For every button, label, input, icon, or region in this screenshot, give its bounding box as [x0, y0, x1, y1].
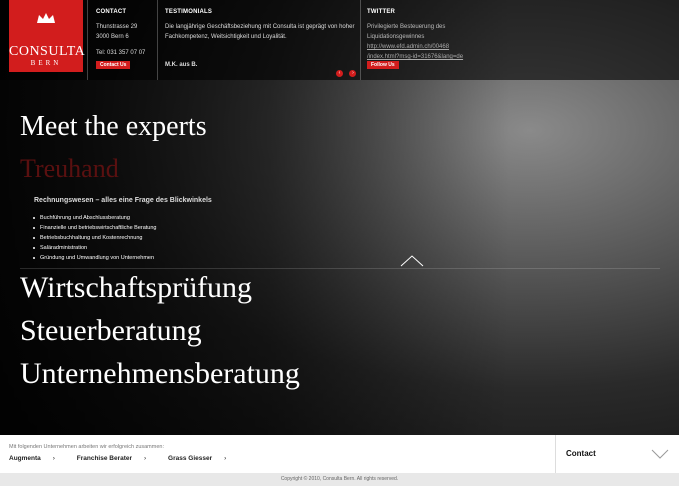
testimonial-text: Die langjährige Geschäftsbeziehung mit C… [165, 24, 355, 40]
partner-link[interactable]: Augmenta › [9, 455, 65, 462]
nav-wirtschaftspruefung[interactable]: Wirtschaftsprüfung [20, 273, 252, 303]
testimonial-author: M.K. aus B. [165, 62, 198, 68]
service-item: Saläradministration [32, 243, 156, 253]
footer: Copyright © 2010, Consulta Bern. All rig… [0, 473, 679, 486]
nav-steuerberatung[interactable]: Steuerberatung [20, 316, 202, 346]
chevron-down-icon [651, 449, 669, 459]
chevron-right-icon: › [144, 455, 147, 462]
twitter-heading: TWITTER [367, 9, 396, 15]
tweet-link-cont[interactable]: /index.html?msg-id=31676&lang=de [367, 54, 463, 60]
testimonials-heading: TESTIMONIALS [165, 9, 213, 15]
logo-city: BERN [30, 59, 62, 67]
service-list: Buchführung und Abschlussberatung Finanz… [32, 213, 156, 263]
chevron-right-icon: › [52, 455, 55, 462]
partners-bar: Mit folgenden Unternehmen arbeiten wir e… [0, 435, 679, 473]
contact-heading: CONTACT [96, 9, 127, 15]
testimonials-column: TESTIMONIALS Die langjährige Geschäftsbe… [157, 0, 361, 80]
divider-line [20, 268, 660, 269]
tweet-link[interactable]: http://www.efd.admin.ch/00468 [367, 44, 449, 50]
follow-us-button[interactable]: Follow Us [367, 61, 399, 69]
partner-link[interactable]: Franchise Berater › [77, 455, 156, 462]
service-subheading: Rechnungswesen – alles eine Frage des Bl… [34, 197, 212, 204]
service-item: Finanzielle und betriebswirtschaftliche … [32, 223, 156, 233]
service-item: Buchführung und Abschlussberatung [32, 213, 156, 223]
partner-link[interactable]: Grass Giesser › [168, 455, 236, 462]
crown-icon [37, 13, 55, 23]
contact-column: CONTACT Thunstrasse 29 3000 Bern 6 Tel: … [87, 0, 166, 80]
contact-street: Thunstrasse 29 [96, 24, 138, 30]
hero-headline: Meet the experts [20, 111, 207, 142]
twitter-column: TWITTER Privilegierte Besteuerung des Li… [360, 0, 472, 80]
partners-list: Augmenta › Franchise Berater › Grass Giess… [9, 455, 246, 462]
chevron-up-icon[interactable] [400, 255, 424, 267]
top-bar: CONSULTA BERN CONTACT Thunstrasse 29 300… [0, 0, 679, 80]
copyright-text: Copyright © 2010, Consulta Bern. All rig… [280, 476, 399, 482]
partners-label: Mit folgenden Unternehmen arbeiten wir e… [9, 444, 164, 450]
service-item: Gründung und Umwandlung von Unternehmen [32, 253, 156, 263]
logo-name: CONSULTA [9, 44, 86, 59]
page: CONSULTA BERN CONTACT Thunstrasse 29 300… [0, 0, 679, 486]
nav-unternehmensberatung[interactable]: Unternehmensberatung [20, 359, 300, 389]
nav-treuhand[interactable]: Treuhand [20, 156, 119, 182]
contact-tab[interactable]: Contact [555, 435, 679, 473]
next-arrow-icon[interactable]: › [349, 70, 357, 77]
prev-arrow-icon[interactable]: ‹ [336, 70, 343, 77]
contact-us-button[interactable]: Contact Us [96, 61, 131, 69]
testimonial-nav: ‹ › [334, 61, 357, 79]
service-item: Betriebsbuchhaltung und Kostenrechnung [32, 233, 156, 243]
chevron-right-icon: › [224, 455, 227, 462]
contact-tab-label: Contact [566, 449, 596, 458]
contact-phone: Tel: 031 357 07 07 [96, 50, 146, 56]
logo[interactable]: CONSULTA BERN [9, 0, 86, 72]
tweet-text: Privilegierte Besteuerung des Liquidatio… [367, 24, 446, 40]
contact-zip-city: 3000 Bern 6 [96, 34, 129, 40]
